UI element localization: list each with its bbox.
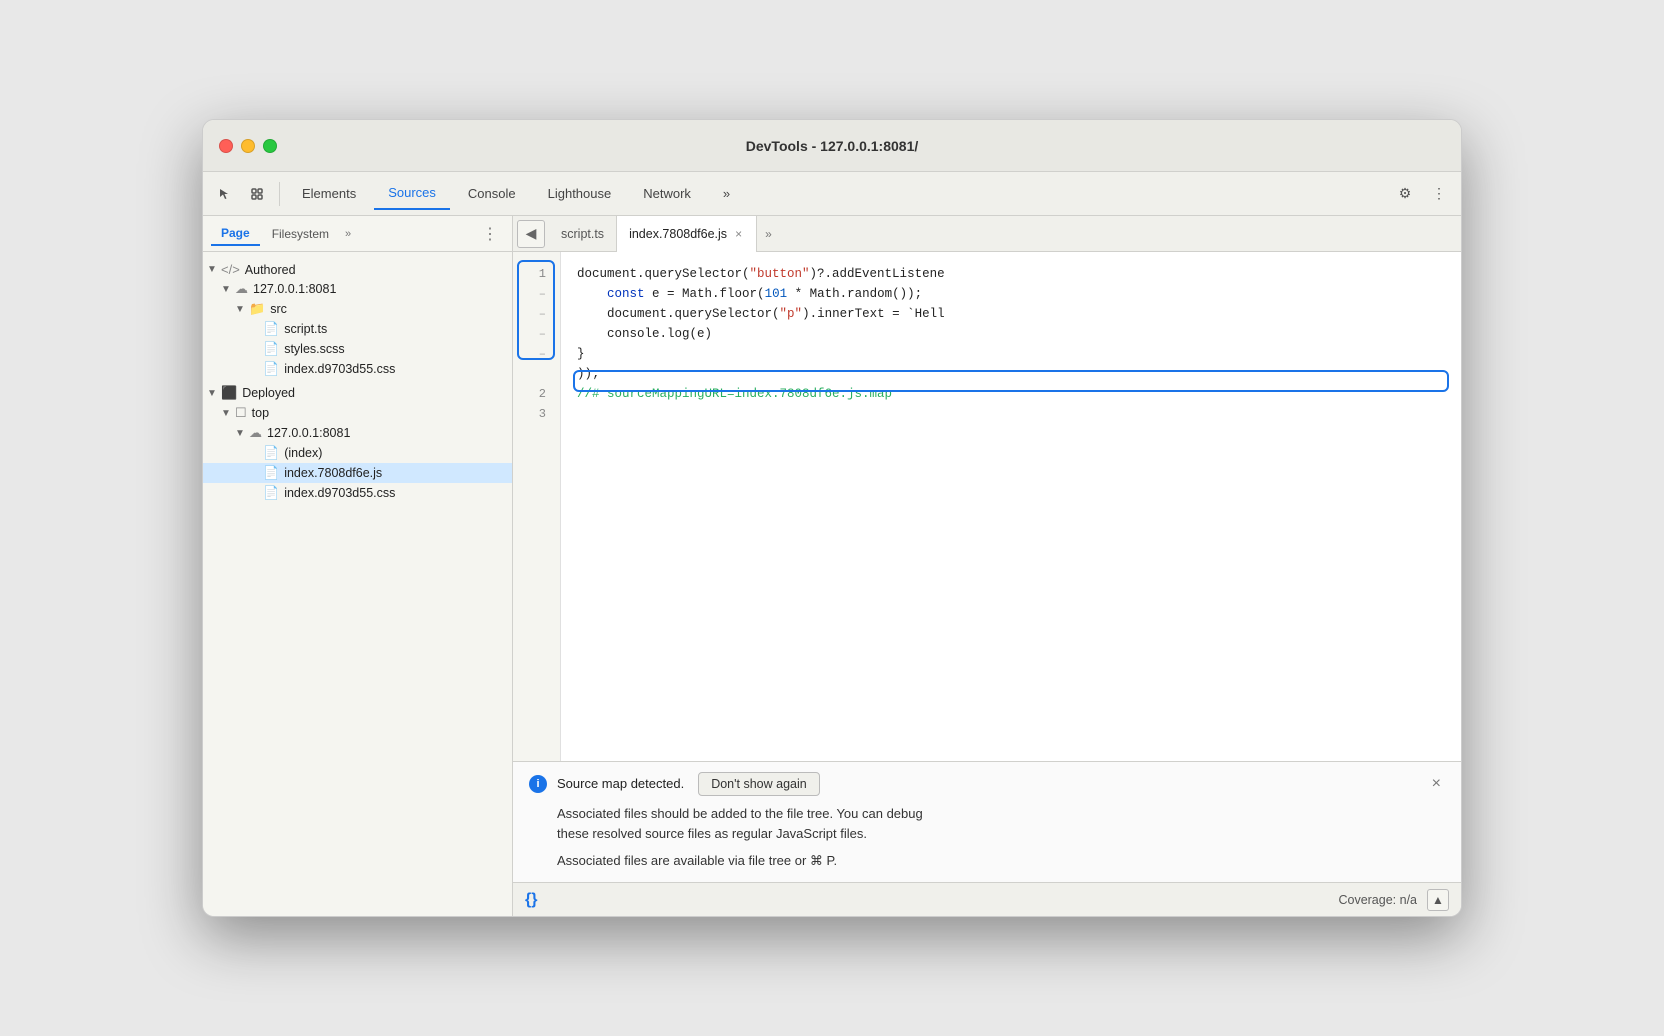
line-num-3: 3: [513, 404, 552, 424]
line-num-dash4: –: [513, 344, 552, 364]
line-numbers: 1 – – – – 2 3: [513, 252, 561, 761]
file-tree: ▼ </> Authored ▼ ☁ 127.0.0.1:8081 ▼ 📁 sr…: [203, 252, 512, 916]
info-icon: i: [529, 775, 547, 793]
braces-icon: {}: [525, 891, 537, 909]
notif-line3: Associated files are available via file …: [557, 851, 1445, 872]
code-line-7: [577, 404, 1445, 424]
bottom-bar-right: Coverage: n/a ▲: [1338, 889, 1449, 911]
code-area: 1 – – – – 2 3 document.querySelector("bu…: [513, 252, 1461, 761]
tree-cloud1[interactable]: ▼ ☁ 127.0.0.1:8081: [203, 279, 512, 299]
panel-tabs: Page Filesystem » ⋮: [203, 216, 512, 252]
dont-show-again-button[interactable]: Don't show again: [698, 772, 820, 796]
notif-header: i Source map detected. Don't show again …: [529, 772, 1445, 796]
code-line-2: const e = Math.floor(101 * Math.random()…: [577, 284, 1445, 304]
toolbar: Elements Sources Console Lighthouse Netw…: [203, 172, 1461, 216]
panel-menu-icon[interactable]: ⋮: [476, 222, 504, 246]
titlebar: DevTools - 127.0.0.1:8081/: [203, 120, 1461, 172]
notif-line1: Associated files should be added to the …: [557, 804, 1445, 825]
notif-title: Source map detected.: [557, 776, 684, 791]
scroll-up-button[interactable]: ▲: [1427, 889, 1449, 911]
traffic-lights: [219, 139, 277, 153]
line-num-2: 2: [513, 384, 552, 404]
panel-tab-more[interactable]: »: [341, 226, 355, 242]
notif-close-button[interactable]: ×: [1428, 775, 1445, 793]
coverage-label: Coverage: n/a: [1338, 893, 1417, 907]
tree-top[interactable]: ▼ ☐ top: [203, 403, 512, 423]
editor-tabs: ◀ script.ts index.7808df6e.js × »: [513, 216, 1461, 252]
tab-console[interactable]: Console: [454, 178, 530, 210]
notif-body: Associated files should be added to the …: [529, 804, 1445, 872]
settings-icon[interactable]: ⚙: [1391, 180, 1419, 208]
tree-deployed[interactable]: ▼ ⬛ Deployed: [203, 383, 512, 403]
code-line-6: //# sourceMappingURL=index.7808df6e.js.m…: [577, 384, 1445, 404]
code-line-1: document.querySelector("button")?.addEve…: [577, 264, 1445, 284]
right-panel: ◀ script.ts index.7808df6e.js × » 1 –: [513, 216, 1461, 916]
inspect-icon[interactable]: [243, 180, 271, 208]
minimize-button[interactable]: [241, 139, 255, 153]
line-num-dash3: –: [513, 324, 552, 344]
cursor-icon[interactable]: [211, 180, 239, 208]
code-line-blank: ));: [577, 364, 1445, 384]
tree-index-js[interactable]: 📄 index.7808df6e.js: [203, 463, 512, 483]
code-line-5: }: [577, 344, 1445, 364]
tab-script-ts[interactable]: script.ts: [549, 216, 617, 252]
line-num-dash2: –: [513, 304, 552, 324]
menu-icon[interactable]: ⋮: [1425, 180, 1453, 208]
main-content: Page Filesystem » ⋮ ▼ </> Authored: [203, 216, 1461, 916]
tab-more[interactable]: »: [709, 178, 744, 210]
tab-more-button[interactable]: »: [757, 227, 780, 241]
left-panel: Page Filesystem » ⋮ ▼ </> Authored: [203, 216, 513, 916]
tree-index-css1[interactable]: 📄 index.d9703d55.css: [203, 359, 512, 379]
tab-index-js[interactable]: index.7808df6e.js ×: [617, 216, 757, 252]
tab-page[interactable]: Page: [211, 222, 260, 246]
sidebar-toggle-button[interactable]: ◀: [517, 220, 545, 248]
tree-authored[interactable]: ▼ </> Authored: [203, 260, 512, 279]
bottom-bar: {} Coverage: n/a ▲: [513, 882, 1461, 916]
maximize-button[interactable]: [263, 139, 277, 153]
line-num-blank: [513, 364, 552, 384]
tree-index[interactable]: 📄 (index): [203, 443, 512, 463]
code-line-4: console.log(e): [577, 324, 1445, 344]
tab-sources[interactable]: Sources: [374, 178, 450, 210]
tree-index-css2[interactable]: 📄 index.d9703d55.css: [203, 483, 512, 503]
pretty-print-button[interactable]: {}: [525, 891, 537, 909]
tree-styles-scss[interactable]: 📄 styles.scss: [203, 339, 512, 359]
tree-script-ts[interactable]: 📄 script.ts: [203, 319, 512, 339]
close-button[interactable]: [219, 139, 233, 153]
line-num-dash1: –: [513, 284, 552, 304]
notification-bar: i Source map detected. Don't show again …: [513, 761, 1461, 882]
code-content[interactable]: document.querySelector("button")?.addEve…: [561, 252, 1461, 761]
close-tab-button[interactable]: ×: [733, 226, 744, 242]
tree-src[interactable]: ▼ 📁 src: [203, 299, 512, 319]
line-num-1: 1: [513, 264, 552, 284]
tree-cloud2[interactable]: ▼ ☁ 127.0.0.1:8081: [203, 423, 512, 443]
tab-lighthouse[interactable]: Lighthouse: [534, 178, 626, 210]
toolbar-divider-1: [279, 182, 280, 206]
tab-elements[interactable]: Elements: [288, 178, 370, 210]
tab-filesystem[interactable]: Filesystem: [262, 223, 339, 245]
tab-network[interactable]: Network: [629, 178, 705, 210]
toolbar-right: ⚙ ⋮: [1391, 180, 1453, 208]
code-line-3: document.querySelector("p").innerText = …: [577, 304, 1445, 324]
window-title: DevTools - 127.0.0.1:8081/: [746, 138, 919, 154]
devtools-window: DevTools - 127.0.0.1:8081/ Elements Sour…: [202, 119, 1462, 917]
notif-line2: these resolved source files as regular J…: [557, 824, 1445, 845]
